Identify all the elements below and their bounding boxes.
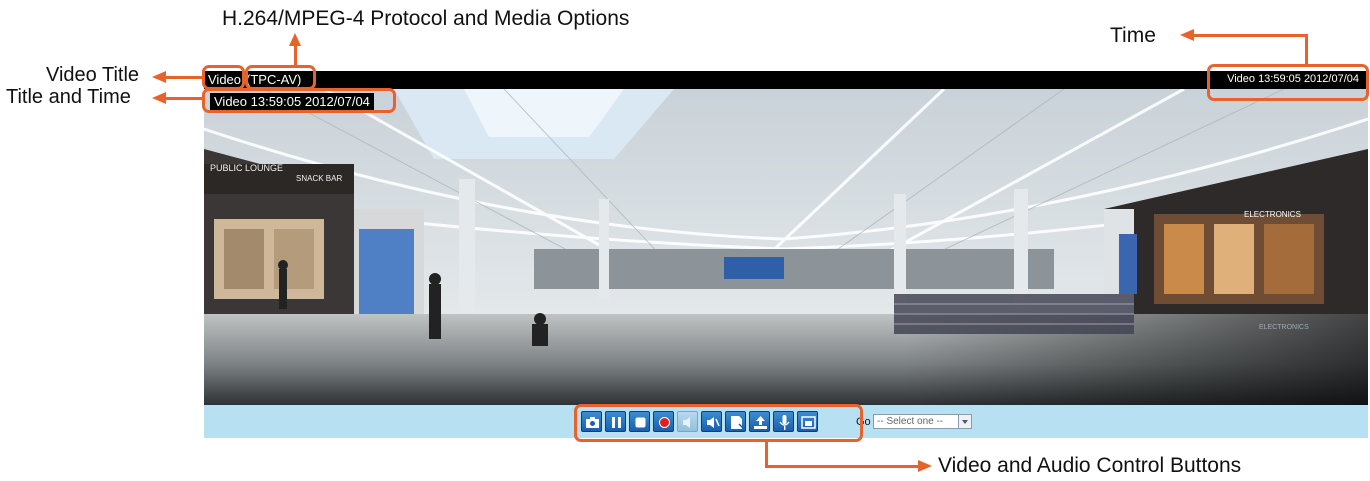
viewer-title-bar (204, 71, 1368, 89)
controls-arrowhead (918, 460, 932, 472)
airport-panorama-image: PUBLIC LOUNGE SNACK BAR ELECTRONICS ELEC… (204, 89, 1368, 405)
goto-selected-value: -- Select one -- (877, 416, 944, 427)
video-title-highlight-box (202, 65, 245, 90)
time-leader-horizontal (1193, 34, 1308, 37)
time-callout: Time (1110, 24, 1156, 47)
video-title-callout: Video Title (46, 64, 140, 86)
video-title-arrowhead (152, 71, 166, 83)
controls-leader-horizontal (765, 465, 920, 468)
time-arrowhead (1180, 29, 1194, 41)
controls-callout: Video and Audio Control Buttons (938, 454, 1242, 477)
controls-highlight-box (574, 404, 863, 442)
title-and-time-leader-line (165, 97, 203, 100)
video-stream[interactable]: PUBLIC LOUNGE SNACK BAR ELECTRONICS ELEC… (204, 89, 1368, 405)
protocol-highlight-box (245, 65, 316, 90)
time-highlight-box (1207, 64, 1369, 101)
title-and-time-arrowhead (152, 92, 166, 104)
time-leader-vertical (1305, 35, 1308, 65)
protocol-leader-line (294, 44, 297, 66)
protocol-callout: H.264/MPEG-4 Protocol and Media Options (222, 7, 630, 30)
controls-leader-vertical (765, 441, 768, 468)
electronics-sign: ELECTRONICS (1244, 210, 1301, 219)
video-title-leader-line (165, 76, 203, 79)
title-and-time-highlight-box (202, 88, 396, 113)
public-lounge-sign: PUBLIC LOUNGE (210, 163, 283, 173)
goto-select[interactable]: -- Select one -- (873, 414, 972, 429)
chevron-down-icon[interactable] (958, 415, 971, 428)
protocol-arrowhead (289, 33, 301, 46)
snack-bar-sign: SNACK BAR (296, 174, 342, 183)
title-and-time-callout: Title and Time (6, 86, 131, 108)
electronics-sign-reflection: ELECTRONICS (1259, 324, 1309, 331)
